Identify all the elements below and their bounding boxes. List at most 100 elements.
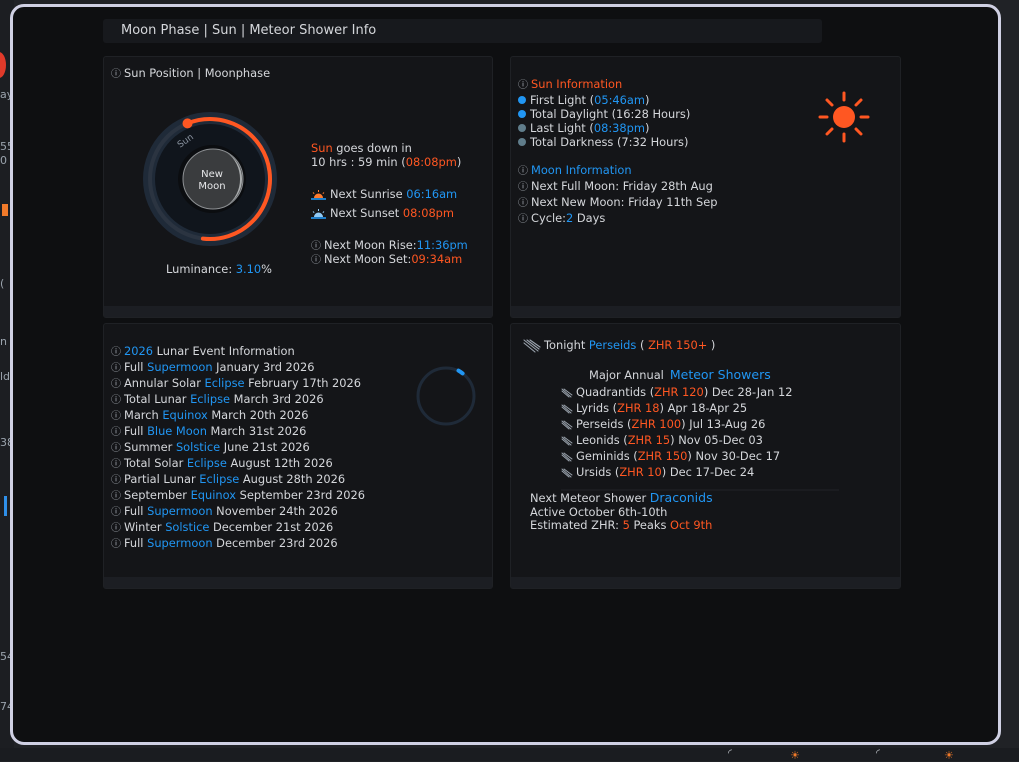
event-date: December 23rd 2026 (212, 536, 338, 550)
background-red-badge (0, 52, 6, 78)
info-icon: ⓘ (111, 427, 121, 438)
panel-footer (511, 306, 900, 317)
total-darkness-row: Total Darkness (7:32 Hours) (518, 135, 717, 149)
event-highlight: Eclipse (204, 376, 245, 390)
event-prefix: Full (124, 424, 148, 438)
sun-moon-info-panel: ⓘ Sun Information First Light (05:46am) T… (510, 56, 901, 318)
shower-dates: Nov 05-Dec 03 (678, 433, 763, 447)
panel-header: Sun Position | Moonphase (124, 66, 271, 80)
next-sunrise-label: Next Sunrise (330, 187, 403, 201)
meteor-icon (561, 404, 573, 413)
background-text: ( (0, 277, 5, 290)
major-showers-title: Major Annual Meteor Showers (589, 367, 771, 382)
event-highlight: Supermoon (147, 536, 213, 550)
lunar-events-panel: ⓘ 2026 Lunar Event Information ⓘ Full Super… (103, 323, 493, 589)
event-prefix: Partial Lunar (124, 472, 200, 486)
info-icon: ⓘ (311, 255, 321, 266)
info-icon: ⓘ (518, 166, 528, 177)
meteor-shower-panel: Tonight Perseids ( ZHR 150+ ) Major Annu… (510, 323, 901, 589)
event-highlight: Eclipse (186, 456, 227, 470)
info-icon: ⓘ (518, 80, 528, 91)
meteor-shower-item: Geminids (ZHR 150) Nov 30-Dec 17 (561, 448, 792, 464)
paren: ) (645, 121, 650, 135)
countdown-value: 10 hrs : 59 min (311, 155, 398, 169)
next-meteor-shower: Next Meteor Shower Draconids Active Octo… (530, 491, 713, 533)
sun-word: Sun (311, 141, 333, 155)
event-date: August 12th 2026 (226, 456, 333, 470)
meteor-icon (561, 388, 573, 397)
sun-marker (182, 118, 193, 129)
tonight-shower: Tonight Perseids ( ZHR 150+ ) (523, 338, 715, 353)
event-highlight: Equinox (190, 488, 236, 502)
first-light-time: 05:46am (594, 93, 645, 107)
lunar-event-item: ⓘ Summer Solstice June 21st 2026 (111, 440, 365, 456)
lunar-event-item: ⓘ September Equinox September 23rd 2026 (111, 488, 365, 504)
next-full-moon: Next Full Moon: Friday 28th Aug (531, 179, 713, 193)
event-prefix: Full (124, 504, 148, 518)
info-icon: ⓘ (111, 395, 121, 406)
shower-zhr: ZHR 10 (619, 465, 662, 479)
event-prefix: Total Lunar (124, 392, 191, 406)
event-date: August 28th 2026 (239, 472, 346, 486)
shower-name: Leonids (576, 433, 620, 447)
meteor-icon (561, 452, 573, 461)
event-date: February 17th 2026 (244, 376, 362, 390)
lunar-event-item: ⓘ Annular Solar Eclipse February 17th 202… (111, 376, 365, 392)
info-icon: ⓘ (111, 379, 121, 390)
last-light-row: Last Light (08:38pm) (518, 121, 717, 135)
darkness-dot (518, 138, 526, 146)
tonight-label: Tonight (544, 338, 586, 352)
event-date: March 31st 2026 (206, 424, 307, 438)
event-date: December 21st 2026 (209, 520, 334, 534)
background-orange-mark (2, 204, 8, 216)
shower-name: Geminids (576, 449, 630, 463)
info-icon: ⓘ (111, 507, 121, 518)
event-highlight: Solstice (165, 520, 210, 534)
lunar-event-item: ⓘ Partial Lunar Eclipse August 28th 2026 (111, 472, 365, 488)
panel-footer (104, 577, 492, 588)
sun-icon (818, 91, 870, 143)
first-light-row: First Light (05:46am) (518, 93, 717, 107)
background-arc-icon: ◜ (876, 748, 880, 759)
tonight-zhr: ZHR 150+ (648, 338, 708, 352)
shower-name: Ursids (576, 465, 612, 479)
lunar-event-item: ⓘ Winter Solstice December 21st 2026 (111, 520, 365, 536)
last-light-dot (518, 124, 526, 132)
event-date: November 24th 2026 (212, 504, 338, 518)
lunar-event-item: ⓘ Total Solar Eclipse August 12th 2026 (111, 456, 365, 472)
lunar-event-item: ⓘ Full Supermoon January 3rd 2026 (111, 360, 365, 376)
info-icon: ⓘ (111, 443, 121, 454)
shower-zhr: ZHR 120 (654, 385, 704, 399)
sun-info-header: Sun Information (531, 77, 623, 91)
event-date: September 23rd 2026 (235, 488, 366, 502)
major-label: Major Annual (589, 368, 664, 382)
info-icon: ⓘ (518, 214, 528, 225)
first-light-dot (518, 96, 526, 104)
next-sunrise: Next Sunrise 06:16am (311, 187, 457, 201)
shower-name: Quadrantids (576, 385, 647, 399)
info-icon: ⓘ (111, 459, 121, 470)
meteor-icon (561, 420, 573, 429)
event-highlight: Blue Moon (147, 424, 207, 438)
luminance-unit: % (261, 262, 272, 276)
event-highlight: Eclipse (199, 472, 240, 486)
shower-dates: Nov 30-Dec 17 (695, 449, 781, 463)
next-sunset-time: 08:08pm (402, 206, 455, 220)
meteor-shower-item: Leonids (ZHR 15) Nov 05-Dec 03 (561, 432, 792, 448)
shower-dates: Dec 28-Jan 12 (711, 385, 793, 399)
event-prefix: March (124, 408, 163, 422)
info-icon: ⓘ (111, 363, 121, 374)
shower-zhr: ZHR 15 (627, 433, 671, 447)
event-prefix: Annular Solar (124, 376, 205, 390)
luminance-label: Luminance: (166, 262, 233, 276)
lunar-event-item: ⓘ March Equinox March 20th 2026 (111, 408, 365, 424)
info-icon: ⓘ (518, 182, 528, 193)
sun-position-panel: ⓘ Sun Position | Moonphase Sun New Moon L… (103, 56, 493, 318)
shower-zhr: ZHR 100 (631, 417, 682, 431)
major-title: Meteor Showers (669, 367, 771, 382)
meteor-shower-item: Perseids (ZHR 100) Jul 13-Aug 26 (561, 416, 792, 432)
next-sunset-label: Next Sunset (330, 206, 400, 220)
last-light-time: 08:38pm (593, 121, 645, 135)
event-highlight: 2026 (124, 344, 153, 358)
next-moon-set: ⓘ Next Moon Set:09:34am (311, 251, 462, 266)
